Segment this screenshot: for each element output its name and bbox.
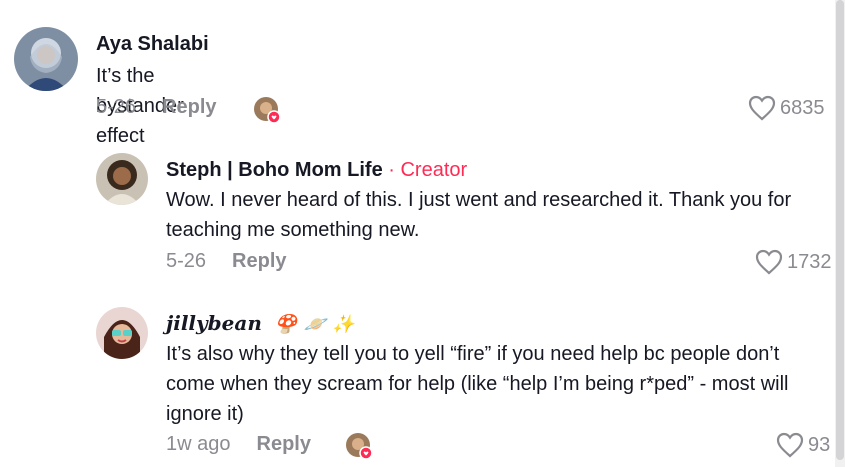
like-button[interactable]: 1732 — [755, 249, 832, 275]
commenter-name[interactable]: jillybean 🍄 🪐 ✨ — [166, 311, 355, 335]
comment-text: Wow. I never heard of this. I just went … — [166, 189, 792, 241]
scrollbar-thumb[interactable] — [836, 0, 844, 460]
like-button[interactable]: 6835 — [748, 95, 825, 121]
comment-meta: 5-26 Reply — [96, 96, 217, 119]
reply-button[interactable]: Reply — [257, 433, 311, 456]
creator-liked-avatar — [254, 97, 281, 124]
scrollbar-track[interactable] — [835, 0, 845, 467]
avatar[interactable] — [96, 153, 148, 205]
commenter-name-text: Steph | Boho Mom Life — [166, 159, 383, 181]
heart-icon — [748, 95, 776, 121]
avatar[interactable] — [14, 27, 78, 91]
comment-date: 5-26 — [166, 250, 207, 272]
creator-liked-avatar — [346, 433, 373, 460]
comment-meta: 5-26 Reply — [166, 250, 287, 273]
heart-icon — [776, 432, 804, 458]
comment-text: It’s also why they tell you to yell “fir… — [166, 343, 789, 425]
like-count: 1732 — [787, 250, 832, 273]
reply-button[interactable]: Reply — [162, 96, 216, 119]
commenter-name[interactable]: Aya Shalabi — [96, 33, 209, 56]
comment-date: 5-26 — [96, 96, 137, 118]
avatar[interactable] — [96, 307, 148, 359]
name-emojis: 🍄 🪐 ✨ — [274, 314, 355, 335]
commenter-name-text: jillybean — [166, 311, 262, 335]
heart-icon — [755, 249, 783, 275]
commenter-name[interactable]: Steph | Boho Mom Life · Creator — [166, 159, 467, 182]
like-count: 6835 — [780, 96, 825, 119]
comment-date: 1w ago — [166, 433, 231, 455]
reply-button[interactable]: Reply — [232, 250, 286, 273]
creator-badge: · Creator — [388, 159, 468, 181]
like-button[interactable]: 93 — [776, 432, 830, 458]
comment-meta: 1w ago Reply — [166, 433, 311, 456]
like-count: 93 — [808, 433, 831, 456]
